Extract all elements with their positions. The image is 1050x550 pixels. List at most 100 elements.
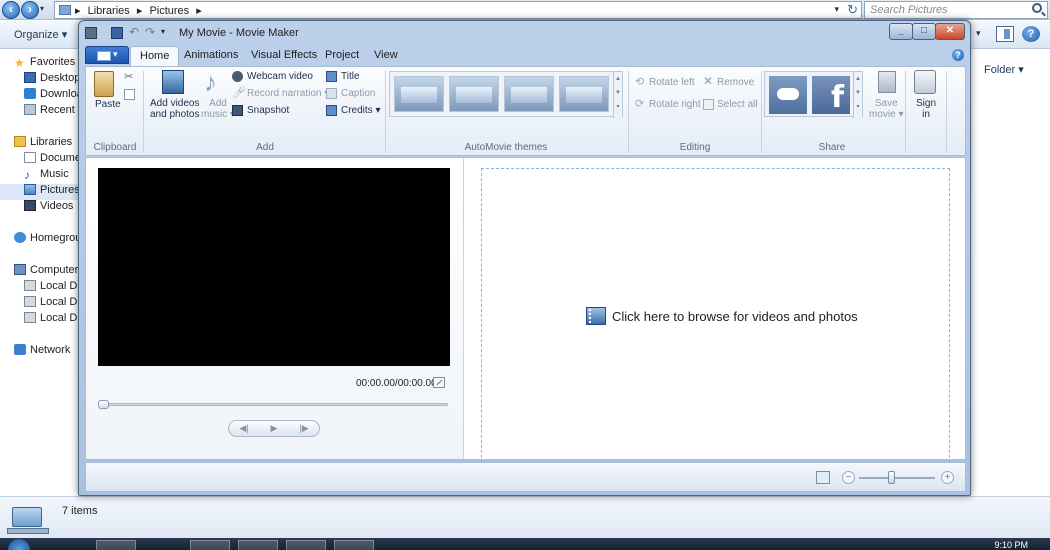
music-note-icon[interactable]: ♪ — [204, 69, 224, 95]
nav-label: Libraries — [30, 136, 73, 148]
tab-project[interactable]: Project — [325, 49, 359, 61]
cut-icon[interactable]: ✂ — [124, 72, 135, 83]
undo-icon[interactable]: ↶ — [129, 26, 141, 39]
zoom-in-icon[interactable]: + — [941, 471, 954, 484]
snapshot-button[interactable]: Snapshot — [247, 105, 289, 116]
previous-frame-icon[interactable]: ◀| — [229, 421, 259, 436]
zoom-out-icon[interactable]: − — [842, 471, 855, 484]
automovie-theme[interactable] — [504, 76, 554, 112]
breadcrumb-libraries[interactable]: Libraries — [88, 5, 130, 17]
rotate-left-button[interactable]: Rotate left — [649, 77, 695, 88]
preview-pane-button[interactable] — [996, 26, 1014, 42]
taskbar-button[interactable] — [334, 540, 374, 550]
automovie-theme[interactable] — [394, 76, 444, 112]
share-gallery-scroll[interactable]: ▲ ▼ ▾ — [853, 72, 862, 118]
organize-button[interactable]: Organize ▾ — [14, 28, 67, 41]
nav-local-disk[interactable]: Local Disk — [24, 280, 82, 296]
select-all-button[interactable]: Select all — [717, 99, 758, 110]
help-button[interactable]: ? — [1022, 26, 1040, 42]
automovie-theme[interactable] — [449, 76, 499, 112]
search-icon[interactable] — [1032, 3, 1042, 13]
add-music-label-2: music ▾ — [201, 109, 235, 120]
nav-music[interactable]: ♪ Music — [24, 168, 82, 184]
nav-recent-places[interactable]: Recent Places — [24, 104, 82, 120]
video-preview[interactable] — [98, 168, 450, 366]
taskbar-button[interactable] — [190, 540, 230, 550]
taskbar-button[interactable] — [238, 540, 278, 550]
address-bar[interactable]: ▸ Libraries ▸ Pictures ▸ ▾ ↻ — [54, 1, 862, 19]
nav-videos[interactable]: Videos — [24, 200, 82, 216]
nav-desktop[interactable]: Desktop — [24, 72, 82, 88]
nav-network[interactable]: Network — [14, 344, 82, 360]
address-dropdown-icon[interactable]: ▾ — [834, 4, 839, 15]
zoom-slider-thumb[interactable] — [888, 471, 895, 484]
clock[interactable]: 9:10 PM — [994, 540, 1028, 550]
customize-quick-access-icon[interactable]: ▾ — [161, 27, 173, 39]
seek-thumb[interactable] — [98, 400, 109, 409]
thumbnail-size-icon[interactable] — [816, 471, 830, 484]
save-movie-button[interactable]: Save movie ▾ — [869, 98, 903, 120]
save-movie-icon[interactable] — [878, 71, 896, 93]
automovie-theme[interactable] — [559, 76, 609, 112]
history-dropdown-icon[interactable]: ▾ — [40, 4, 44, 13]
add-music-button[interactable]: Add music ▾ — [201, 98, 235, 120]
nav-computer[interactable]: Computer — [14, 264, 82, 280]
paste-button[interactable]: Paste — [95, 99, 121, 110]
search-placeholder: Search Pictures — [870, 4, 948, 16]
paste-icon[interactable] — [94, 71, 114, 97]
taskbar-button[interactable] — [96, 540, 136, 550]
sign-in-icon[interactable] — [914, 70, 936, 94]
tab-animations[interactable]: Animations — [184, 49, 238, 61]
view-dropdown-icon[interactable]: ▾ — [976, 28, 981, 39]
webcam-video-button[interactable]: Webcam video — [247, 71, 313, 82]
caption-button[interactable]: Caption — [341, 88, 375, 99]
refresh-icon[interactable]: ↻ — [847, 2, 858, 18]
facebook-icon[interactable]: f — [812, 76, 850, 114]
nav-downloads[interactable]: Downloads — [24, 88, 82, 104]
search-input[interactable]: Search Pictures — [864, 1, 1048, 19]
maximize-button[interactable]: □ — [912, 23, 936, 40]
app-menu-button[interactable] — [85, 46, 129, 64]
tab-view[interactable]: View — [374, 49, 398, 61]
remove-button[interactable]: Remove — [717, 77, 754, 88]
tab-home[interactable]: Home — [130, 46, 180, 66]
app-icon[interactable] — [85, 27, 97, 39]
minimize-button[interactable]: _ — [889, 23, 913, 40]
nav-favorites[interactable]: ★ Favorites — [14, 56, 82, 72]
nav-pictures[interactable]: Pictures — [0, 184, 82, 200]
save-icon[interactable] — [111, 27, 123, 39]
help-icon[interactable]: ? — [952, 49, 964, 61]
nav-libraries[interactable]: Libraries — [14, 136, 82, 152]
close-button[interactable]: ✕ — [935, 23, 965, 40]
nav-local-disk[interactable]: Local Disk — [24, 296, 82, 312]
back-button[interactable]: ‹ — [2, 1, 20, 19]
breadcrumb-pictures[interactable]: Pictures — [149, 5, 189, 17]
arrange-by-folder-button[interactable]: Folder ▾ — [984, 63, 1024, 76]
pictures-icon — [24, 184, 36, 195]
start-button[interactable] — [8, 539, 30, 550]
nav-homegroup[interactable]: Homegroup — [14, 232, 82, 248]
onedrive-cloud-icon[interactable] — [769, 76, 807, 114]
add-videos-photos-icon[interactable] — [162, 70, 184, 94]
tab-visual-effects[interactable]: Visual Effects — [251, 49, 317, 61]
copy-icon[interactable] — [124, 89, 135, 100]
play-icon[interactable]: ▶ — [259, 421, 289, 436]
storyboard-drop-area[interactable]: Click here to browse for videos and phot… — [481, 168, 950, 468]
rotate-right-button[interactable]: Rotate right — [649, 99, 701, 110]
browse-prompt[interactable]: Click here to browse for videos and phot… — [586, 307, 858, 325]
zoom-slider[interactable] — [859, 477, 935, 479]
seek-bar[interactable] — [98, 403, 448, 406]
add-videos-photos-button[interactable]: Add videos and photos — [150, 98, 200, 120]
next-frame-icon[interactable]: |▶ — [289, 421, 319, 436]
record-narration-button[interactable]: Record narration ▾ — [247, 88, 329, 99]
nav-documents[interactable]: Documents — [24, 152, 82, 168]
gallery-scroll[interactable]: ▲ ▼ ▾ — [613, 72, 622, 118]
forward-button[interactable]: › — [21, 1, 39, 19]
taskbar-button[interactable] — [286, 540, 326, 550]
redo-icon[interactable]: ↷ — [145, 26, 157, 39]
title-button[interactable]: Title — [341, 71, 360, 82]
fullscreen-preview-icon[interactable] — [433, 377, 445, 388]
credits-button[interactable]: Credits ▾ — [341, 105, 380, 116]
nav-local-disk[interactable]: Local Disk — [24, 312, 82, 328]
sign-in-button[interactable]: Sign in — [915, 98, 937, 120]
